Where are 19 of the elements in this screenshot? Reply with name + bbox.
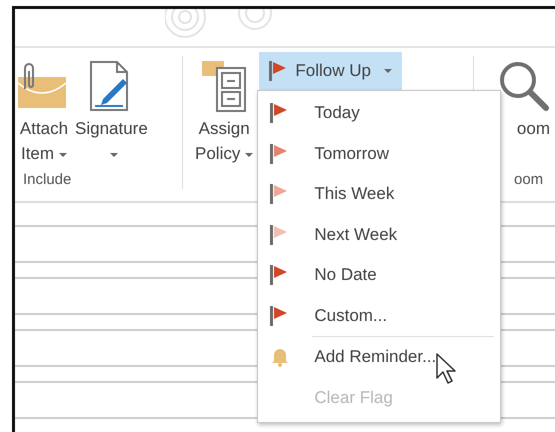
input-field[interactable] <box>15 225 555 263</box>
flag-icon <box>269 61 288 81</box>
ribbon-button[interactable]: Signature <box>73 56 150 171</box>
menu-item[interactable]: Custom... <box>258 296 500 336</box>
menu-item[interactable]: No Date <box>258 255 500 296</box>
menu-item[interactable]: Next Week <box>258 214 500 255</box>
mouse-pointer-icon <box>436 353 458 385</box>
group-label: oom <box>513 171 544 189</box>
menu-item[interactable]: This Week <box>258 174 500 214</box>
input-field[interactable] <box>15 381 555 419</box>
follow-up-button[interactable]: Follow Up <box>259 52 402 90</box>
search-icon <box>498 60 550 112</box>
ribbon-button[interactable]: Assign Policy <box>193 56 256 189</box>
bell-icon <box>270 347 290 368</box>
ribbon-button[interactable]: Attach Item <box>15 56 73 171</box>
group-label: Include <box>22 171 72 189</box>
input-field[interactable] <box>15 329 555 367</box>
envelope-cabinet-icon <box>201 60 248 112</box>
menu-item[interactable]: Add Reminder... <box>258 337 500 378</box>
